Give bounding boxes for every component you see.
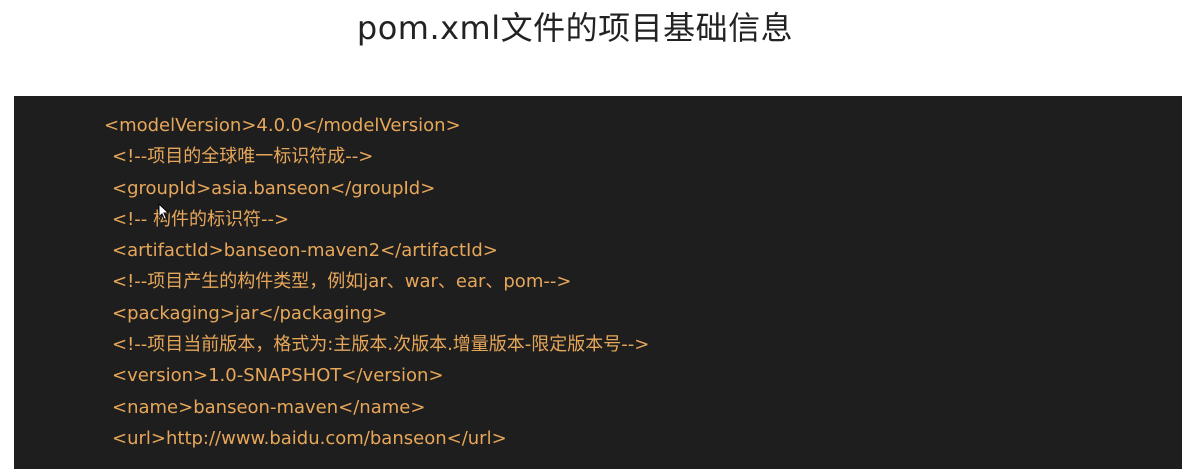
code-line: <groupId>asia.banseon</groupId> xyxy=(112,177,436,199)
mouse-pointer-icon xyxy=(158,203,170,221)
code-line: <!--项目当前版本，格式为:主版本.次版本.增量版本-限定版本号--> xyxy=(112,334,650,356)
code-panel: <modelVersion>4.0.0</modelVersion> <!--项… xyxy=(14,96,1182,469)
page-title: pom.xml文件的项目基础信息 xyxy=(356,9,794,47)
code-line: <!--项目的全球唯一标识符成--> xyxy=(112,146,374,168)
code-line: <version>1.0-SNAPSHOT</version> xyxy=(112,365,444,387)
code-line: <url>http://www.baidu.com/banseon</url> xyxy=(112,427,507,449)
code-line: <artifactId>banseon-maven2</artifactId> xyxy=(112,240,498,262)
code-line: <name>banseon-maven</name> xyxy=(112,396,426,418)
code-line: <!-- 构件的标识符--> xyxy=(112,208,290,230)
code-line: <!--项目产生的构件类型，例如jar、war、ear、pom--> xyxy=(112,271,572,293)
code-line: <packaging>jar</packaging> xyxy=(112,302,388,324)
code-lines: <modelVersion>4.0.0</modelVersion> <!--项… xyxy=(104,110,649,454)
code-line: <modelVersion>4.0.0</modelVersion> xyxy=(104,115,461,136)
